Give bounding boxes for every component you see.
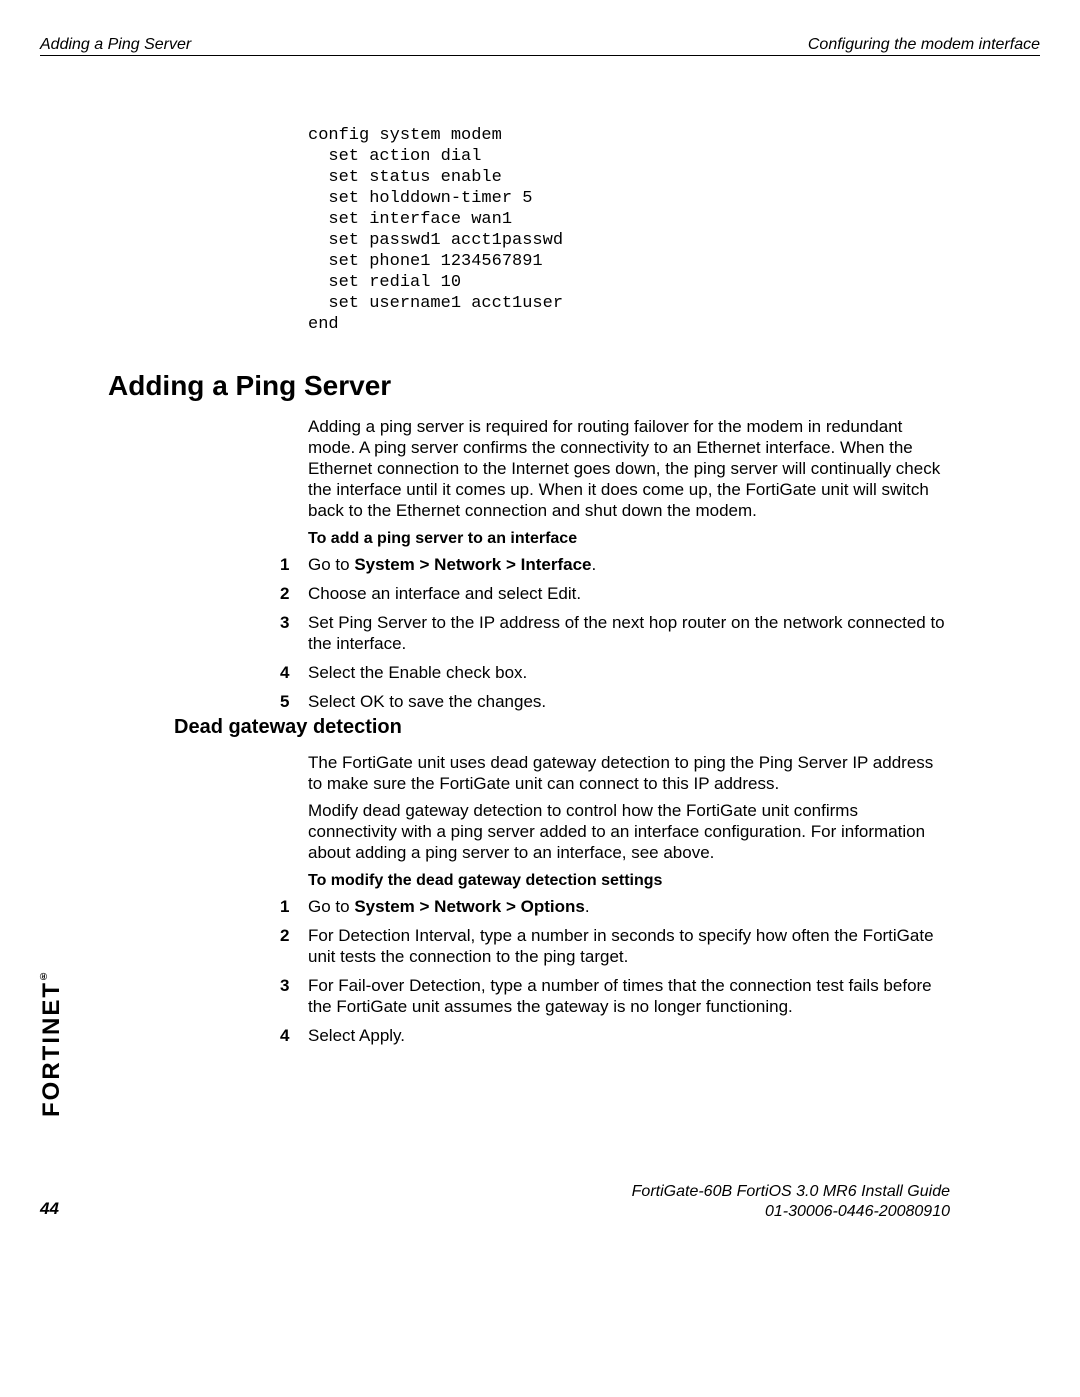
step-text: Select the Enable check box.: [308, 662, 950, 683]
step-number: 4: [280, 1025, 308, 1046]
footer-doc-title: FortiGate-60B FortiOS 3.0 MR6 Install Gu…: [632, 1182, 950, 1202]
list-item: 5 Select OK to save the changes.: [280, 691, 950, 712]
running-header-right: Configuring the modem interface: [808, 36, 1040, 54]
subsection-heading: Dead gateway detection: [174, 716, 402, 739]
step-text-pre: Go to: [308, 555, 354, 574]
step-text: Select OK to save the changes.: [308, 691, 950, 712]
list-item: 2 For Detection Interval, type a number …: [280, 925, 950, 967]
step-text: Go to System > Network > Options.: [308, 896, 950, 917]
procedure-title-2: To modify the dead gateway detection set…: [308, 872, 662, 890]
step-text-post: .: [591, 555, 596, 574]
list-item: 3 Set Ping Server to the IP address of t…: [280, 612, 950, 654]
footer-right: FortiGate-60B FortiOS 3.0 MR6 Install Gu…: [632, 1182, 950, 1222]
step-text-pre: Go to: [308, 897, 354, 916]
subsection-p2: Modify dead gateway detection to control…: [308, 800, 950, 863]
procedure-title-1: To add a ping server to an interface: [308, 530, 577, 548]
running-header-left: Adding a Ping Server: [40, 36, 191, 54]
list-item: 4 Select the Enable check box.: [280, 662, 950, 683]
step-text: Set Ping Server to the IP address of the…: [308, 612, 950, 654]
page-number: 44: [40, 1199, 59, 1219]
step-number: 2: [280, 583, 308, 604]
step-text: Go to System > Network > Interface.: [308, 554, 950, 575]
list-item: 4 Select Apply.: [280, 1025, 950, 1046]
step-number: 5: [280, 691, 308, 712]
code-block: config system modem set action dial set …: [308, 125, 563, 335]
header-rule: [40, 55, 1040, 56]
document-page: Adding a Ping Server Configuring the mod…: [0, 0, 1080, 1397]
section-heading: Adding a Ping Server: [108, 370, 391, 402]
step-text: For Fail-over Detection, type a number o…: [308, 975, 950, 1017]
step-text: Choose an interface and select Edit.: [308, 583, 950, 604]
step-number: 1: [280, 554, 308, 575]
section-intro: Adding a ping server is required for rou…: [308, 416, 950, 521]
registered-icon: ®: [38, 968, 49, 981]
step-number: 4: [280, 662, 308, 683]
step-text-bold: System > Network > Options: [354, 897, 585, 916]
brand-text: FORTINET: [38, 981, 65, 1117]
step-text-bold: System > Network > Interface: [354, 555, 591, 574]
list-item: 2 Choose an interface and select Edit.: [280, 583, 950, 604]
step-number: 3: [280, 612, 308, 654]
procedure-steps-1: 1 Go to System > Network > Interface. 2 …: [280, 554, 950, 720]
brand-vertical: FORTINET®: [38, 968, 66, 1117]
step-text-post: .: [585, 897, 590, 916]
list-item: 1 Go to System > Network > Interface.: [280, 554, 950, 575]
step-text: Select Apply.: [308, 1025, 950, 1046]
step-number: 2: [280, 925, 308, 967]
step-text: For Detection Interval, type a number in…: [308, 925, 950, 967]
step-number: 3: [280, 975, 308, 1017]
procedure-steps-2: 1 Go to System > Network > Options. 2 Fo…: [280, 896, 950, 1054]
subsection-p1: The FortiGate unit uses dead gateway det…: [308, 752, 950, 794]
list-item: 3 For Fail-over Detection, type a number…: [280, 975, 950, 1017]
step-number: 1: [280, 896, 308, 917]
footer-doc-id: 01-30006-0446-20080910: [632, 1202, 950, 1222]
list-item: 1 Go to System > Network > Options.: [280, 896, 950, 917]
